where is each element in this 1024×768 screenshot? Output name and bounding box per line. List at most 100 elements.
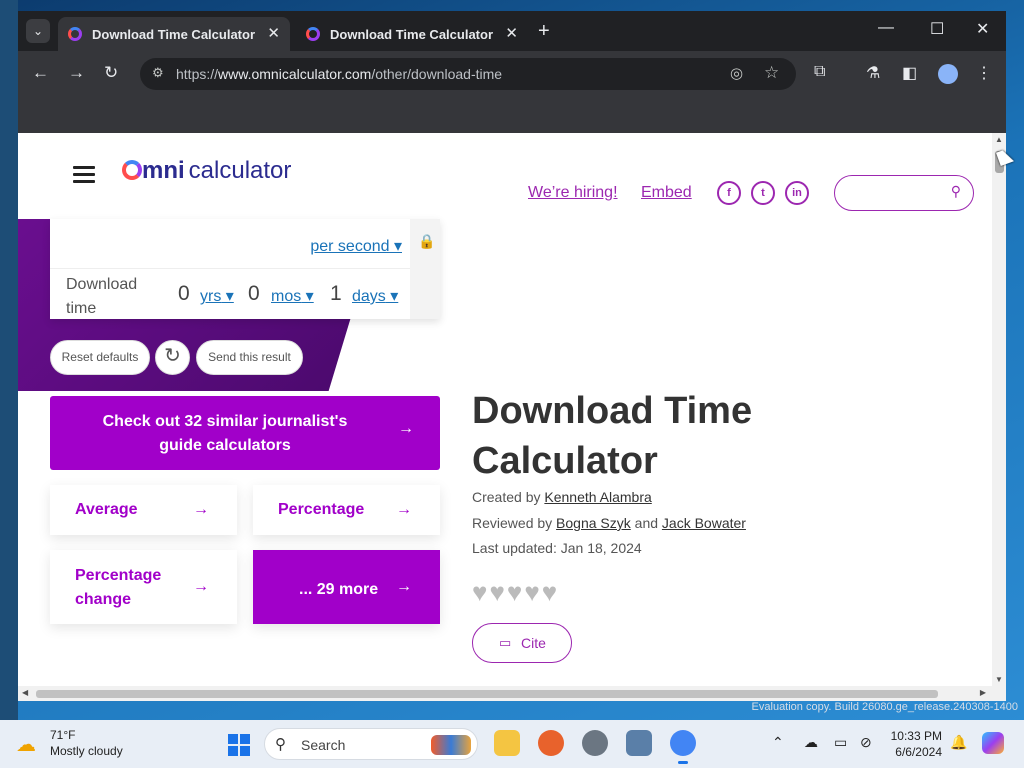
reset-defaults-button[interactable]: Reset defaults [50,340,150,375]
search-icon[interactable]: ⚲ [951,183,961,200]
reload-icon[interactable]: ↻ [104,63,118,83]
lock-column: 🔒 [410,219,440,319]
reviewed-by-line: Reviewed by Bogna Szyk and Jack Bowater [472,515,746,531]
hamburger-menu-icon[interactable] [73,166,95,187]
cite-button[interactable]: ▭ Cite [472,623,572,663]
omni-favicon-icon [306,27,320,41]
tab-list-icon[interactable]: ⌄ [26,19,50,43]
tab-close-icon[interactable]: ✕ [267,24,280,42]
chrome-icon[interactable] [670,730,696,764]
taskbar: ☁ 71°F Mostly cloudy ⚲ Search ⌃ ☁ ▭ ⊘ 10… [0,720,1024,768]
reload-calculator-icon[interactable]: ↻ [155,340,190,375]
maximize-icon[interactable]: ☐ [930,19,944,39]
send-result-button[interactable]: Send this result [196,340,303,375]
scroll-up-icon[interactable]: ▲ [995,135,1003,144]
menu-icon[interactable]: ⋮ [976,63,992,83]
embed-link[interactable]: Embed [641,184,692,202]
reviewer-link-1[interactable]: Bogna Szyk [556,515,631,531]
start-button-windows-icon[interactable] [228,734,250,756]
forward-icon[interactable]: → [68,63,85,83]
author-link[interactable]: Kenneth Alambra [544,489,651,505]
web-page: mni calculator We’re hiring! Embed f t in… [18,133,992,686]
firefox-icon[interactable] [538,730,564,756]
vertical-scrollbar[interactable]: ▲ ▼ [992,133,1006,686]
clock[interactable]: 10:33 PM 6/6/2024 [886,728,942,760]
horizontal-scrollbar[interactable]: ◀ ▶ [18,686,1006,701]
address-bar[interactable]: ⚙ https://www.omnicalculator.com/other/d… [140,58,796,90]
file-explorer-icon[interactable] [494,730,520,756]
lock-icon[interactable]: 🔒 [418,233,435,250]
arrow-right-icon: → [193,501,209,518]
omni-logo[interactable]: mni calculator [122,157,291,185]
browser-window: ⌄ Download Time Calculator ✕ Download Ti… [18,11,1006,701]
months-value[interactable]: 0 [248,282,260,306]
last-updated: Last updated: Jan 18, 2024 [472,540,642,556]
related-card-average[interactable]: Average → [50,485,237,535]
minimize-icon[interactable]: — [878,19,894,37]
download-time-label: Download time [66,276,138,317]
days-unit-select[interactable]: days ▾ [352,286,398,306]
cta-label: Check out 32 similar journalist's guide … [102,413,348,454]
tab-download-time-2[interactable]: Download Time Calculator ✕ [296,17,528,51]
taskbar-search[interactable]: ⚲ Search [264,728,478,760]
scroll-down-icon[interactable]: ▼ [995,675,1003,684]
days-value[interactable]: 1 [330,282,342,306]
extensions-icon[interactable]: ⧉ [814,63,825,81]
profile-icon[interactable] [938,64,958,84]
twitter-icon[interactable]: t [751,181,775,205]
facebook-icon[interactable]: f [717,181,741,205]
search-icon: ⚲ [275,736,286,753]
settings-icon[interactable] [582,730,608,756]
similar-calculators-button[interactable]: Check out 32 similar journalist's guide … [50,396,440,470]
hiring-link[interactable]: We’re hiring! [528,184,618,202]
tab-download-time-1[interactable]: Download Time Calculator ✕ [58,17,290,51]
star-icon[interactable]: ☆ [764,63,779,83]
notification-bell-icon[interactable]: 🔔 [950,734,967,751]
years-unit-select[interactable]: yrs ▾ [200,286,234,306]
eye-off-icon[interactable]: ◎ [730,64,743,82]
omni-logo-icon [122,160,142,180]
side-panel-icon[interactable]: ◧ [902,63,917,83]
network-app-icon[interactable] [626,730,652,756]
site-search-input[interactable]: ⚲ [834,175,974,211]
related-card-percentage[interactable]: Percentage → [253,485,440,535]
years-value[interactable]: 0 [178,282,190,306]
new-tab-icon[interactable]: + [538,20,550,43]
evaluation-watermark: Evaluation copy. Build 26080.ge_release.… [751,701,1018,713]
arrow-right-icon: → [193,578,209,595]
bookmark-bar [18,95,1006,133]
calculator-card: per second ▾ 🔒 Download time 0 yrs ▾ 0 m… [50,219,440,319]
scroll-thumb-h[interactable] [36,690,938,698]
months-unit-select[interactable]: mos ▾ [271,286,314,306]
scroll-left-icon[interactable]: ◀ [22,688,28,697]
tab-title: Download Time Calculator [330,27,494,42]
linkedin-icon[interactable]: in [785,181,809,205]
back-icon[interactable]: ← [32,63,49,83]
more-calculators-button[interactable]: ... 29 more → [253,550,440,624]
comment-icon: ▭ [499,635,512,650]
arrow-right-icon: → [396,578,412,595]
created-by-line: Created by Kenneth Alambra [472,489,652,505]
page-title: Download Time Calculator [472,390,753,482]
rate-row: per second ▾ [50,219,410,269]
reviewer-link-2[interactable]: Jack Bowater [662,515,746,531]
copilot-icon[interactable] [982,732,1004,754]
cloud-off-icon[interactable]: ☁ [804,734,818,751]
tab-close-icon[interactable]: ✕ [505,24,518,42]
rating-hearts-icon[interactable]: ♥♥♥♥♥ [472,577,559,608]
related-card-percentage-change[interactable]: Percentage change → [50,550,237,624]
rate-unit-select[interactable]: per second ▾ [310,236,402,256]
search-highlight-icon [431,735,471,755]
network-icon[interactable]: ▭ [834,734,847,751]
window-close-icon[interactable]: ✕ [976,19,989,39]
labs-icon[interactable]: ⚗ [866,63,880,83]
partly-cloudy-icon: ☁ [16,734,36,756]
arrow-right-icon: → [398,420,414,437]
url-text[interactable]: https://www.omnicalculator.com/other/dow… [176,66,502,82]
scroll-right-icon[interactable]: ▶ [980,688,986,697]
omni-favicon-icon [68,27,82,41]
chevron-up-icon[interactable]: ⌃ [772,734,784,751]
site-info-icon[interactable]: ⚙ [152,65,164,81]
volume-muted-icon[interactable]: ⊘ [860,734,872,751]
tab-title: Download Time Calculator [92,27,256,42]
